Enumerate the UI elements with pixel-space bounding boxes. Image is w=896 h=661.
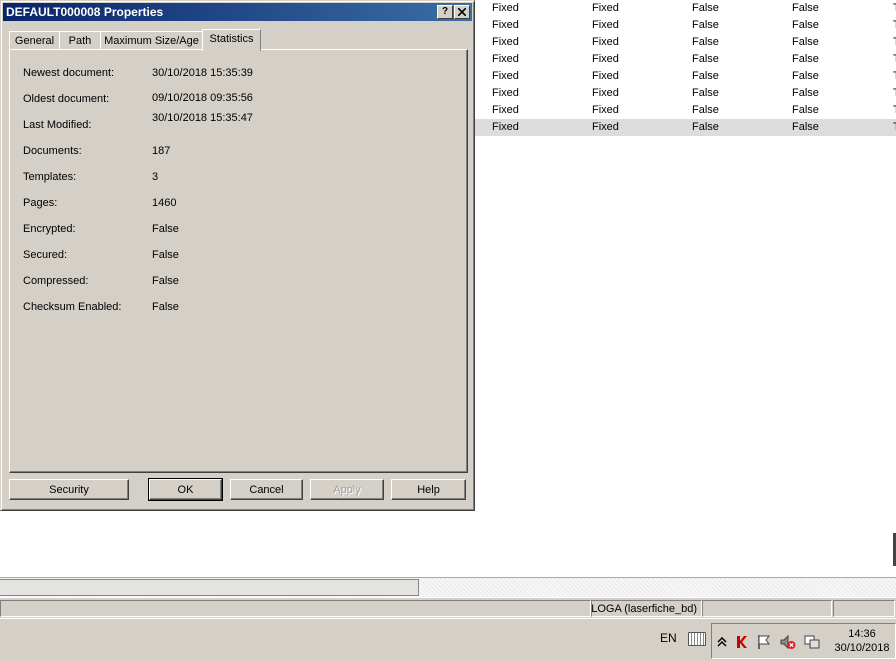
status-panel-server: LOGA (laserfiche_bd) — [591, 600, 702, 617]
help-title-button[interactable]: ? — [437, 5, 453, 19]
list-row[interactable]: FixedFixedFalseFalseT — [475, 51, 896, 68]
dialog-title: DEFAULT000008 Properties — [6, 5, 164, 19]
taskbar-clock[interactable]: 14:36 30/10/2018 — [832, 627, 892, 655]
list-cell: False — [792, 36, 819, 48]
language-indicator[interactable]: EN — [660, 631, 677, 645]
apply-button[interactable]: Apply — [310, 479, 384, 500]
show-hidden-icons-chevron-icon[interactable] — [714, 634, 730, 650]
list-row[interactable]: FixedFixedFalseFalseT — [475, 68, 896, 85]
horizontal-scrollbar[interactable] — [0, 577, 896, 597]
list-row[interactable]: FixedFixedFalseFalseT — [475, 0, 896, 17]
property-label: Documents: — [23, 145, 82, 157]
background-list: FixedFixedFalseFalseTFixedFixedFalseFals… — [475, 0, 896, 577]
property-value: 187 — [152, 145, 171, 157]
list-cell: False — [692, 70, 719, 82]
property-value: False — [152, 223, 179, 235]
clock-time: 14:36 — [848, 628, 876, 640]
property-label: Checksum Enabled: — [23, 301, 122, 313]
cancel-button[interactable]: Cancel — [230, 479, 303, 500]
list-row[interactable]: FixedFixedFalseFalseT — [475, 102, 896, 119]
list-cell: Fixed — [492, 19, 519, 31]
dialog-titlebar[interactable]: DEFAULT000008 Properties ? — [3, 3, 472, 21]
list-row[interactable]: FixedFixedFalseFalseT — [475, 119, 896, 136]
list-row[interactable]: FixedFixedFalseFalseT — [475, 17, 896, 34]
tab-maximum-size-age[interactable]: Maximum Size/Age — [100, 31, 203, 50]
property-value: 30/10/2018 15:35:47 — [152, 112, 253, 124]
taskbar: EN 14:36 30/10/2018 — [0, 618, 896, 661]
help-button[interactable]: Help — [391, 479, 466, 500]
property-value: 3 — [152, 171, 159, 183]
property-value: False — [152, 249, 179, 261]
list-cell: False — [692, 2, 719, 14]
list-cell: Fixed — [492, 121, 519, 133]
list-cell: False — [692, 19, 719, 31]
list-cell: False — [792, 121, 819, 133]
property-value: False — [152, 301, 179, 313]
list-cell: Fixed — [492, 87, 519, 99]
clock-date: 30/10/2018 — [834, 642, 890, 654]
status-panel-4 — [833, 600, 895, 617]
kaspersky-icon[interactable] — [734, 634, 750, 650]
system-tray: 14:36 30/10/2018 — [711, 623, 896, 659]
property-label: Secured: — [23, 249, 68, 261]
list-cell: False — [792, 70, 819, 82]
property-label: Compressed: — [23, 275, 89, 287]
property-label: Last Modified: — [23, 119, 92, 131]
list-cell: Fixed — [592, 53, 619, 65]
status-panel-3 — [702, 600, 832, 617]
property-label: Pages: — [23, 197, 58, 209]
action-center-flag-icon[interactable] — [756, 634, 772, 650]
status-panel-main — [0, 600, 591, 617]
list-cell: False — [692, 87, 719, 99]
property-value: False — [152, 275, 179, 287]
tab-statistics[interactable]: Statistics — [202, 29, 261, 51]
list-cell: Fixed — [492, 70, 519, 82]
list-cell: Fixed — [492, 53, 519, 65]
list-cell: False — [792, 53, 819, 65]
list-cell: False — [692, 36, 719, 48]
property-label: Newest document: — [23, 67, 115, 79]
status-bar: LOGA (laserfiche_bd) — [0, 597, 896, 618]
property-value: 09/10/2018 09:35:56 — [152, 92, 253, 104]
list-cell: Fixed — [492, 104, 519, 116]
property-value: 30/10/2018 15:35:39 — [152, 67, 253, 79]
property-label: Oldest document: — [23, 93, 110, 105]
ok-button[interactable]: OK — [148, 478, 223, 501]
list-cell: False — [692, 104, 719, 116]
list-cell: Fixed — [592, 36, 619, 48]
list-cell: Fixed — [592, 104, 619, 116]
scrollbar-thumb[interactable] — [0, 579, 419, 596]
network-icon[interactable] — [804, 634, 820, 650]
list-cell: Fixed — [592, 2, 619, 14]
list-cell: False — [692, 121, 719, 133]
list-row[interactable]: FixedFixedFalseFalseT — [475, 34, 896, 51]
list-cell: Fixed — [592, 87, 619, 99]
keyboard-icon[interactable] — [688, 632, 706, 646]
tab-path[interactable]: Path — [59, 31, 101, 50]
property-label: Encrypted: — [23, 223, 76, 235]
property-label: Templates: — [23, 171, 77, 183]
security-button[interactable]: Security — [9, 479, 129, 500]
list-cell: False — [692, 53, 719, 65]
property-value: 1460 — [152, 197, 177, 209]
list-cell: Fixed — [492, 2, 519, 14]
status-server-text: LOGA (laserfiche_bd) — [591, 603, 697, 615]
properties-dialog: DEFAULT000008 Properties ? General Path … — [0, 0, 475, 511]
list-cell: Fixed — [592, 70, 619, 82]
list-cell: Fixed — [592, 19, 619, 31]
list-cell: False — [792, 87, 819, 99]
list-cell: False — [792, 2, 819, 14]
close-button[interactable] — [454, 5, 470, 19]
list-cell: False — [792, 104, 819, 116]
list-cell: Fixed — [592, 121, 619, 133]
volume-muted-icon[interactable] — [780, 634, 796, 650]
list-cell: False — [792, 19, 819, 31]
close-icon — [457, 7, 467, 17]
list-row[interactable]: FixedFixedFalseFalseT — [475, 85, 896, 102]
list-cell: Fixed — [492, 36, 519, 48]
tab-general[interactable]: General — [9, 31, 60, 50]
